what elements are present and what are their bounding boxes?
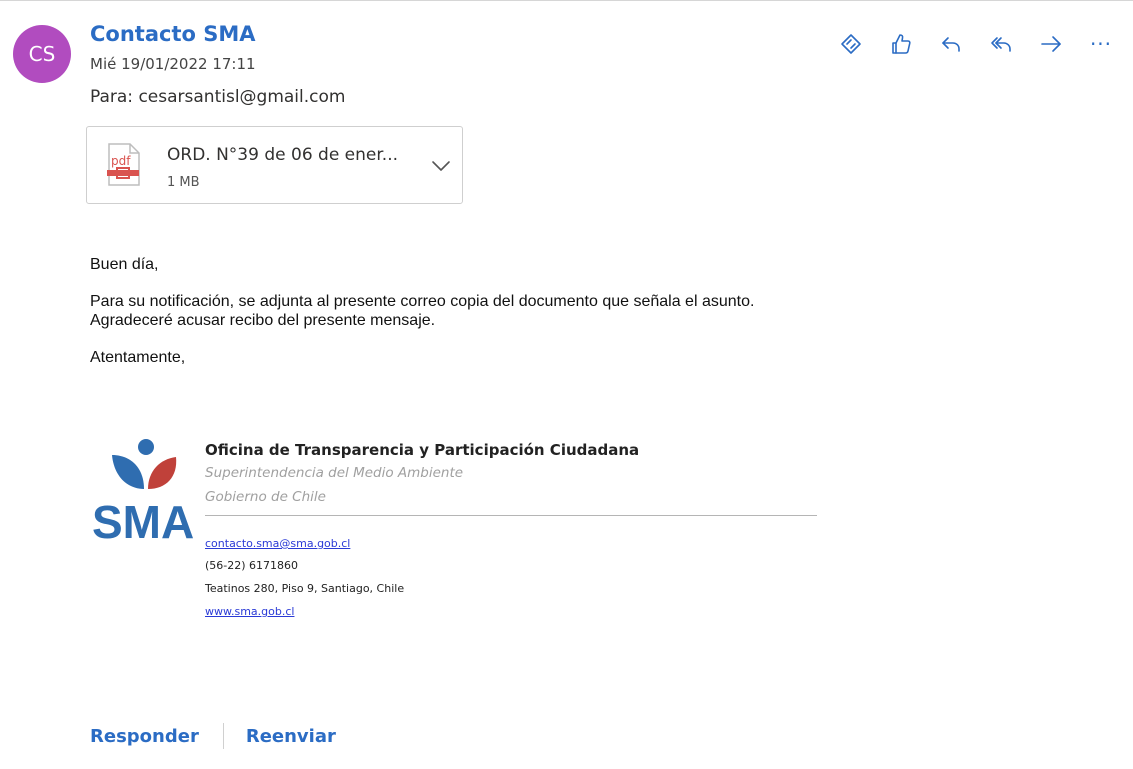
signature-organization: Superintendencia del Medio Ambiente <box>205 465 464 481</box>
svg-text:pdf: pdf <box>111 154 131 168</box>
greeting-text: Buen día, <box>90 256 159 273</box>
signature-address: Teatinos 280, Piso 9, Santiago, Chile <box>205 582 405 595</box>
forward-button[interactable]: Reenviar <box>246 726 336 747</box>
signature-website-link[interactable]: www.sma.gob.cl <box>205 605 294 618</box>
avatar-initials: CS <box>28 42 56 66</box>
closing-text: Atentamente, <box>90 349 186 366</box>
message-date: Mié 19/01/2022 17:11 <box>90 55 256 73</box>
body-line-1: Para su notificación, se adjunta al pres… <box>90 293 755 310</box>
signature-divider <box>205 515 817 516</box>
attachment-size: 1 MB <box>167 175 200 190</box>
message-actions: ··· <box>837 30 1115 58</box>
footer-actions: Responder Reenviar <box>90 723 336 749</box>
signature-government: Gobierno de Chile <box>205 489 326 505</box>
recipient-line: Para: cesarsantisl@gmail.com <box>90 87 345 107</box>
reply-all-icon[interactable] <box>987 30 1015 58</box>
sender-name[interactable]: Contacto SMA <box>90 22 256 46</box>
reply-button[interactable]: Responder <box>90 726 199 747</box>
more-icon[interactable]: ··· <box>1087 30 1115 58</box>
body-paragraph: Para su notificación, se adjunta al pres… <box>90 292 754 330</box>
email-signature: SMA Oficina de Transparencia y Participa… <box>90 433 820 633</box>
sma-logo: SMA <box>92 439 194 548</box>
attachment-card[interactable]: pdf ORD. N°39 de 06 de ener... 1 MB <box>86 126 463 204</box>
signature-email-link[interactable]: contacto.sma@sma.gob.cl <box>205 537 350 550</box>
reply-icon[interactable] <box>937 30 965 58</box>
immersive-reader-icon[interactable] <box>837 30 865 58</box>
avatar[interactable]: CS <box>13 25 71 83</box>
pdf-file-icon: pdf <box>107 143 140 186</box>
recipient-address[interactable]: cesarsantisl@gmail.com <box>138 87 345 107</box>
message-body: Buen día, Para su notificación, se adjun… <box>90 255 754 367</box>
body-line-2: Agradeceré acusar recibo del presente me… <box>90 312 436 329</box>
like-icon[interactable] <box>887 30 915 58</box>
signature-phone: (56-22) 6171860 <box>205 559 299 572</box>
footer-divider <box>222 723 224 749</box>
to-label: Para: <box>90 87 134 107</box>
attachment-name: ORD. N°39 de 06 de ener... <box>167 145 399 165</box>
chevron-down-icon[interactable] <box>430 155 452 177</box>
svg-text:SMA: SMA <box>92 496 194 548</box>
signature-title: Oficina de Transparencia y Participación… <box>205 441 640 459</box>
top-divider <box>0 0 1133 7</box>
forward-icon[interactable] <box>1037 30 1065 58</box>
